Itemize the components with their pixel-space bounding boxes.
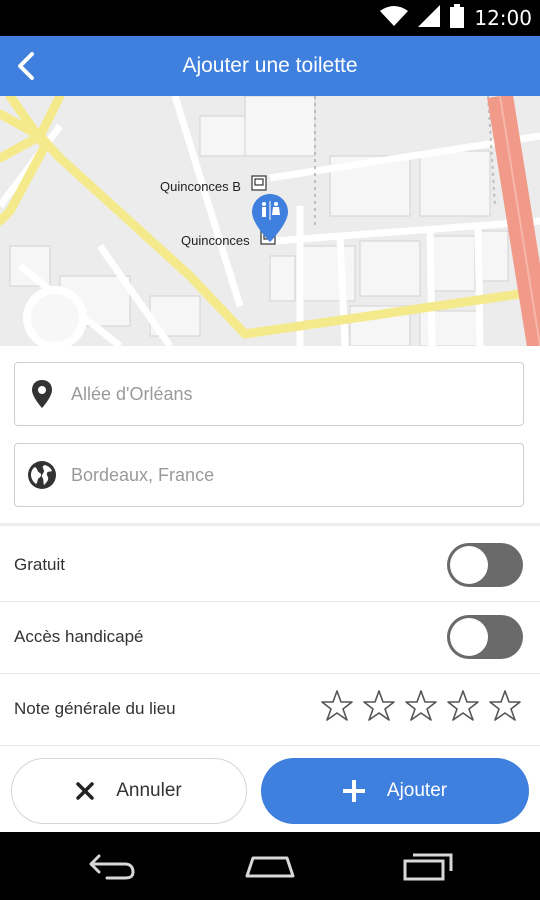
battery-icon <box>450 3 465 33</box>
toggle-knob <box>450 618 488 656</box>
location-pin-icon <box>27 379 57 409</box>
wifi-icon <box>380 5 409 32</box>
handicap-toggle[interactable] <box>447 615 523 659</box>
cancel-button[interactable]: Annuler <box>11 758 247 824</box>
map-label: Quinconces <box>181 233 250 248</box>
close-icon <box>76 782 94 800</box>
nav-back-button[interactable] <box>82 846 142 886</box>
nav-recents-icon <box>403 853 453 881</box>
add-label: Ajouter <box>386 780 448 801</box>
app-bar: Ajouter une toilette <box>0 36 540 96</box>
nav-home-button[interactable] <box>240 846 300 886</box>
add-button[interactable]: Ajouter <box>261 758 529 824</box>
clock: 12:00 <box>474 6 532 30</box>
rating-stars <box>320 689 522 723</box>
page-title: Ajouter une toilette <box>182 54 358 77</box>
city-input[interactable] <box>71 444 511 506</box>
handicap-label: Accès handicapé <box>14 627 144 646</box>
form-panel: Gratuit Accès handicapé Note générale du… <box>0 346 540 832</box>
map-view[interactable]: Quinconces B Quinconces <box>0 96 540 346</box>
option-rating: Note générale du lieu <box>0 673 540 745</box>
system-nav-bar <box>0 832 540 900</box>
cancel-label: Annuler <box>116 780 182 801</box>
address-field[interactable] <box>14 362 524 426</box>
map-canvas: Quinconces B Quinconces <box>0 96 540 346</box>
free-label: Gratuit <box>14 555 66 574</box>
signal-icon <box>418 4 441 32</box>
rating-label: Note générale du lieu <box>14 699 176 718</box>
option-free: Gratuit <box>0 529 540 601</box>
nav-back-icon <box>89 854 135 880</box>
address-input[interactable] <box>71 363 511 425</box>
star-3-icon[interactable] <box>404 689 438 723</box>
star-5-icon[interactable] <box>488 689 522 723</box>
status-bar: 12:00 <box>0 0 540 36</box>
option-handicap: Accès handicapé <box>0 601 540 673</box>
plus-icon <box>342 780 365 802</box>
divider <box>0 523 540 526</box>
star-2-icon[interactable] <box>362 689 396 723</box>
divider <box>0 745 540 746</box>
toggle-knob <box>450 546 488 584</box>
free-toggle[interactable] <box>447 543 523 587</box>
globe-icon <box>27 460 57 490</box>
nav-recents-button[interactable] <box>398 846 458 886</box>
city-field[interactable] <box>14 443 524 507</box>
star-4-icon[interactable] <box>446 689 480 723</box>
map-label: Quinconces B <box>160 179 241 194</box>
star-1-icon[interactable] <box>320 689 354 723</box>
tram-stop-icon <box>251 175 267 191</box>
nav-home-icon <box>245 856 295 878</box>
